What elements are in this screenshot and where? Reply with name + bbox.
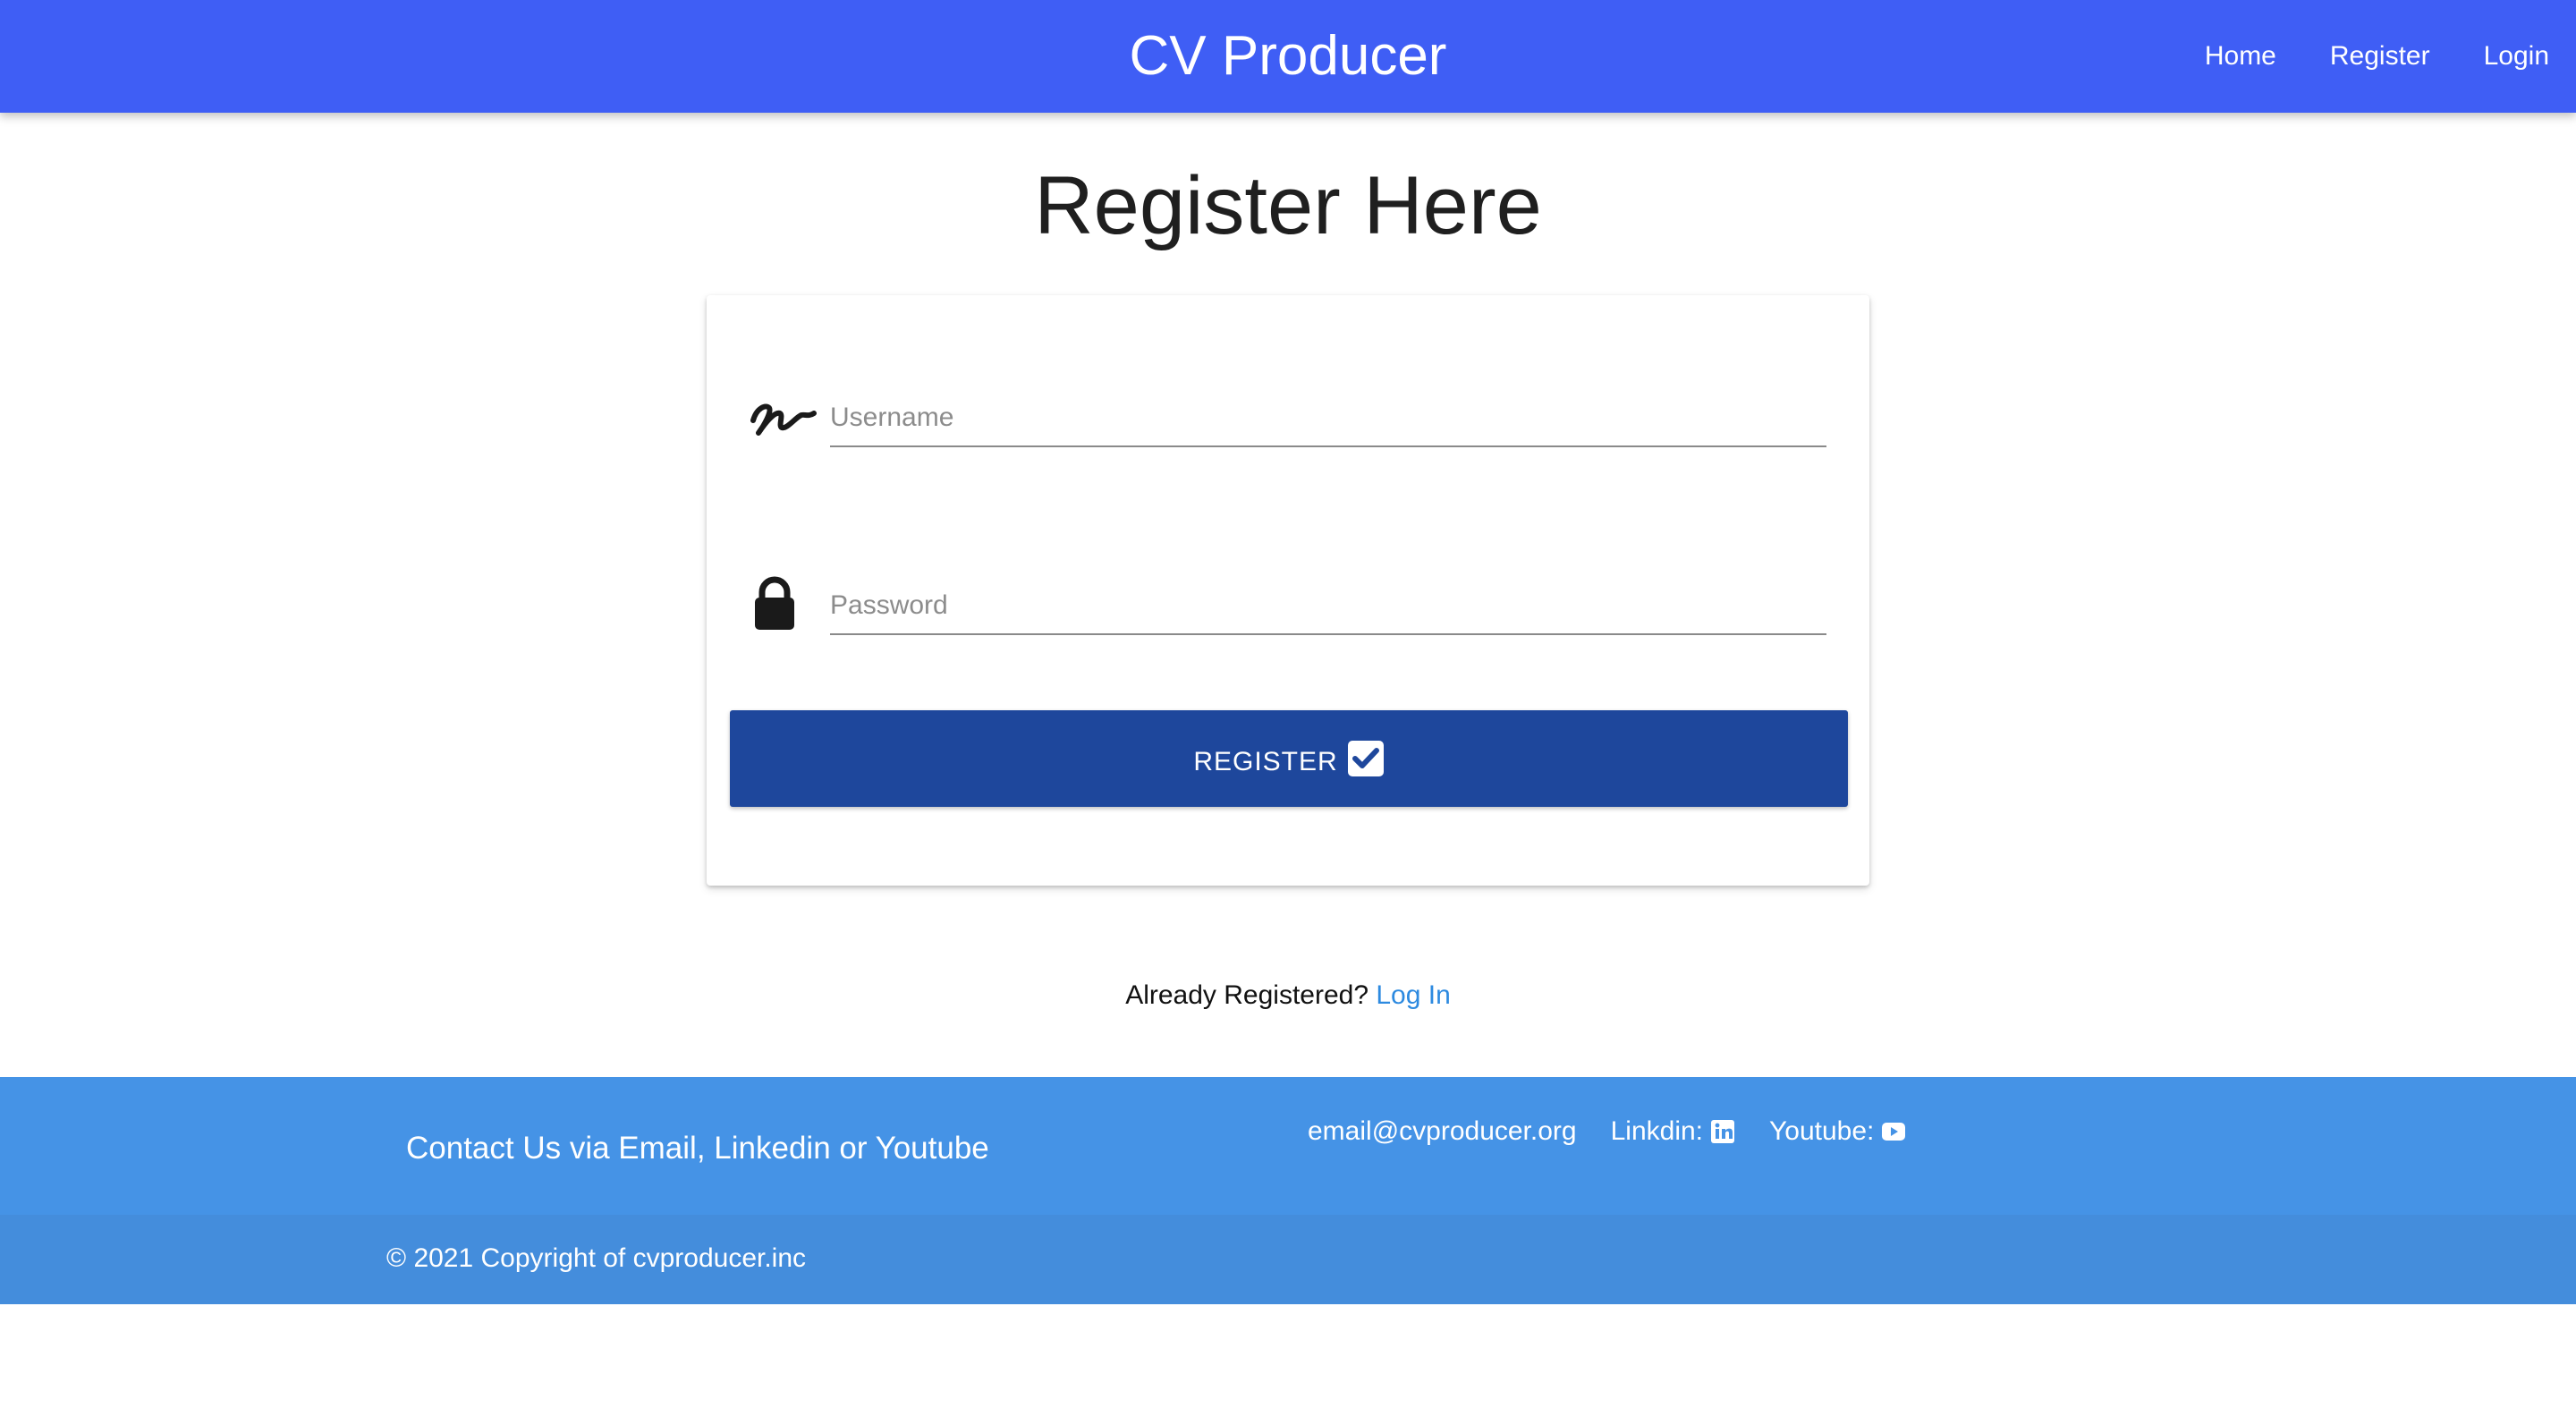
nav-links: Home Register Login: [2151, 0, 2549, 113]
footer-contact-text: Contact Us via Email, Linkedin or Youtub…: [406, 1131, 989, 1166]
youtube-icon: [1881, 1119, 1906, 1144]
register-button-label: REGISTER: [1193, 747, 1338, 776]
nav-home-link[interactable]: Home: [2205, 41, 2276, 72]
nav-login-link[interactable]: Login: [2484, 41, 2549, 72]
footer-linkedin-label: Linkdin:: [1610, 1116, 1703, 1146]
footer-linkedin-link[interactable]: Linkdin:: [1611, 1116, 1735, 1147]
register-button[interactable]: REGISTER: [730, 710, 1848, 807]
signature-icon: [748, 385, 819, 447]
already-registered-text: Already Registered?: [1125, 980, 1369, 1010]
nav-register-link[interactable]: Register: [2330, 41, 2430, 72]
footer-copyright-bar: © 2021 Copyright of cvproducer.inc: [0, 1215, 2576, 1304]
footer-email-text: email@cvproducer.org: [1308, 1116, 1577, 1146]
lock-icon: [748, 573, 819, 635]
footer-links: email@cvproducer.org Linkdin: Youtube:: [1308, 1116, 1906, 1147]
linkedin-icon: [1710, 1119, 1735, 1144]
register-card: REGISTER: [707, 295, 1869, 886]
footer-youtube-label: Youtube:: [1769, 1116, 1875, 1146]
footer-youtube-link[interactable]: Youtube:: [1769, 1116, 1906, 1147]
copyright-text: © 2021 Copyright of cvproducer.inc: [386, 1243, 807, 1273]
password-row: [748, 555, 1830, 635]
page-title: Register Here: [1034, 160, 1542, 251]
footer-contact-section: Contact Us via Email, Linkedin or Youtub…: [0, 1077, 2576, 1215]
check-square-icon: [1347, 740, 1385, 777]
login-link[interactable]: Log In: [1376, 980, 1450, 1010]
navbar: CV Producer Home Register Login: [0, 0, 2576, 113]
footer-email-link[interactable]: email@cvproducer.org: [1308, 1116, 1577, 1147]
username-row: [748, 367, 1830, 447]
already-registered: Already Registered? Log In: [0, 980, 2576, 1011]
password-input[interactable]: [830, 555, 1826, 635]
username-input[interactable]: [830, 367, 1826, 447]
